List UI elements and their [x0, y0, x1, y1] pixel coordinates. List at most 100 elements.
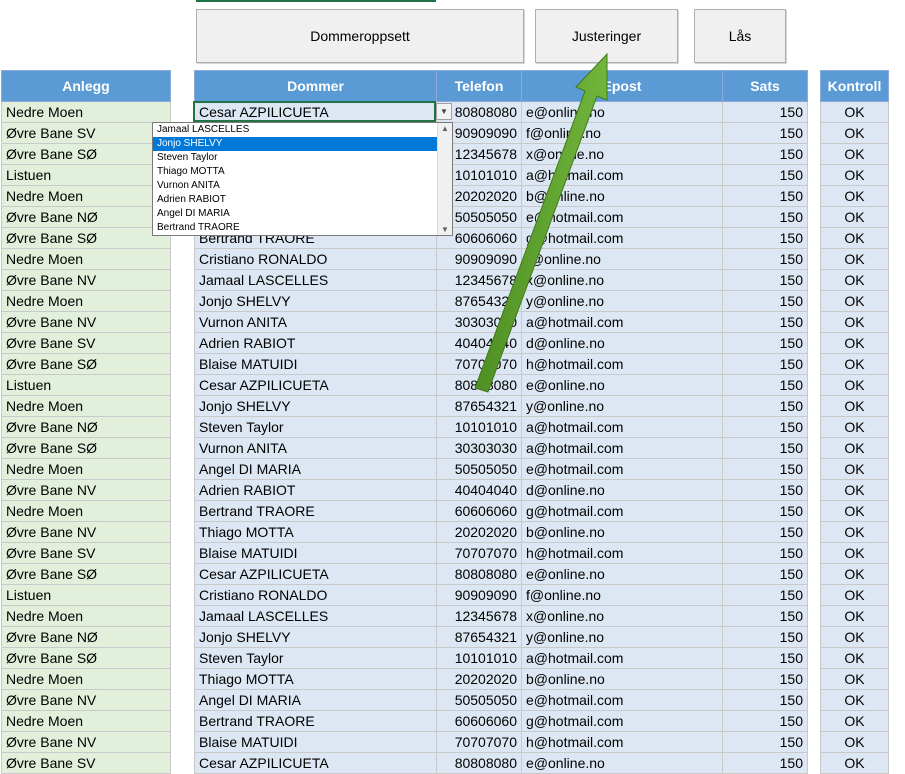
- epost-cell[interactable]: b@online.no: [521, 668, 723, 690]
- sats-cell[interactable]: 150: [722, 101, 808, 123]
- kontroll-cell[interactable]: OK: [820, 500, 889, 522]
- dommer-cell[interactable]: Steven Taylor: [194, 647, 437, 669]
- epost-cell[interactable]: d@online.no: [521, 332, 723, 354]
- telefon-cell[interactable]: 12345678: [436, 269, 522, 291]
- dommer-cell[interactable]: Cristiano RONALDO: [194, 248, 437, 270]
- epost-cell[interactable]: e@hotmail.com: [521, 458, 723, 480]
- epost-cell[interactable]: e@online.no: [521, 101, 723, 123]
- kontroll-cell[interactable]: OK: [820, 122, 889, 144]
- dommer-cell[interactable]: Adrien RABIOT: [194, 479, 437, 501]
- epost-cell[interactable]: f@online.no: [521, 248, 723, 270]
- sats-cell[interactable]: 150: [722, 248, 808, 270]
- kontroll-cell[interactable]: OK: [820, 605, 889, 627]
- epost-cell[interactable]: g@hotmail.com: [521, 227, 723, 249]
- sats-cell[interactable]: 150: [722, 332, 808, 354]
- anlegg-cell[interactable]: Nedre Moen: [1, 605, 171, 627]
- telefon-cell[interactable]: 87654321: [436, 290, 522, 312]
- epost-cell[interactable]: h@hotmail.com: [521, 353, 723, 375]
- kontroll-cell[interactable]: OK: [820, 290, 889, 312]
- kontroll-cell[interactable]: OK: [820, 227, 889, 249]
- sats-cell[interactable]: 150: [722, 521, 808, 543]
- anlegg-cell[interactable]: Nedre Moen: [1, 101, 171, 123]
- kontroll-cell[interactable]: OK: [820, 752, 889, 774]
- dropdown-scrollbar[interactable]: ▲ ▼: [437, 123, 452, 235]
- epost-cell[interactable]: h@hotmail.com: [521, 542, 723, 564]
- epost-cell[interactable]: h@hotmail.com: [521, 731, 723, 753]
- anlegg-cell[interactable]: Nedre Moen: [1, 290, 171, 312]
- sats-cell[interactable]: 150: [722, 437, 808, 459]
- anlegg-cell[interactable]: Listuen: [1, 584, 171, 606]
- anlegg-cell[interactable]: Øvre Bane NV: [1, 269, 171, 291]
- anlegg-cell[interactable]: Nedre Moen: [1, 248, 171, 270]
- kontroll-cell[interactable]: OK: [820, 101, 889, 123]
- dommer-cell[interactable]: Blaise MATUIDI: [194, 353, 437, 375]
- sats-cell[interactable]: 150: [722, 710, 808, 732]
- sats-cell[interactable]: 150: [722, 479, 808, 501]
- dommer-cell[interactable]: Angel DI MARIA: [194, 689, 437, 711]
- kontroll-cell[interactable]: OK: [820, 626, 889, 648]
- sats-cell[interactable]: 150: [722, 752, 808, 774]
- epost-cell[interactable]: a@hotmail.com: [521, 311, 723, 333]
- telefon-cell[interactable]: 30303030: [436, 437, 522, 459]
- anlegg-cell[interactable]: Nedre Moen: [1, 395, 171, 417]
- anlegg-cell[interactable]: Listuen: [1, 374, 171, 396]
- dommer-cell[interactable]: Bertrand TRAORE: [194, 500, 437, 522]
- sats-cell[interactable]: 150: [722, 626, 808, 648]
- sats-cell[interactable]: 150: [722, 143, 808, 165]
- kontroll-cell[interactable]: OK: [820, 584, 889, 606]
- sats-cell[interactable]: 150: [722, 647, 808, 669]
- dropdown-arrow-button[interactable]: ▼: [436, 103, 452, 120]
- anlegg-cell[interactable]: Nedre Moen: [1, 185, 171, 207]
- sats-cell[interactable]: 150: [722, 164, 808, 186]
- anlegg-cell[interactable]: Øvre Bane SV: [1, 542, 171, 564]
- kontroll-cell[interactable]: OK: [820, 185, 889, 207]
- anlegg-cell[interactable]: Listuen: [1, 164, 171, 186]
- dommer-cell[interactable]: Blaise MATUIDI: [194, 542, 437, 564]
- kontroll-cell[interactable]: OK: [820, 458, 889, 480]
- dommer-cell[interactable]: Blaise MATUIDI: [194, 731, 437, 753]
- dommer-cell[interactable]: Jamaal LASCELLES: [194, 269, 437, 291]
- epost-cell[interactable]: f@online.no: [521, 122, 723, 144]
- telefon-cell[interactable]: 70707070: [436, 731, 522, 753]
- telefon-cell[interactable]: 70707070: [436, 542, 522, 564]
- telefon-cell[interactable]: 80808080: [436, 563, 522, 585]
- telefon-cell[interactable]: 20202020: [436, 521, 522, 543]
- anlegg-cell[interactable]: Nedre Moen: [1, 710, 171, 732]
- telefon-cell[interactable]: 80808080: [436, 752, 522, 774]
- dommer-cell[interactable]: Cesar AZPILICUETA: [194, 101, 437, 123]
- sats-cell[interactable]: 150: [722, 563, 808, 585]
- sats-cell[interactable]: 150: [722, 206, 808, 228]
- anlegg-cell[interactable]: Øvre Bane SØ: [1, 353, 171, 375]
- dropdown-option[interactable]: Steven Taylor: [153, 151, 452, 165]
- telefon-cell[interactable]: 87654321: [436, 626, 522, 648]
- anlegg-cell[interactable]: Øvre Bane NV: [1, 731, 171, 753]
- sats-cell[interactable]: 150: [722, 395, 808, 417]
- kontroll-cell[interactable]: OK: [820, 311, 889, 333]
- sats-cell[interactable]: 150: [722, 227, 808, 249]
- kontroll-cell[interactable]: OK: [820, 437, 889, 459]
- epost-cell[interactable]: e@online.no: [521, 374, 723, 396]
- epost-cell[interactable]: y@online.no: [521, 395, 723, 417]
- sats-cell[interactable]: 150: [722, 689, 808, 711]
- sats-cell[interactable]: 150: [722, 185, 808, 207]
- kontroll-cell[interactable]: OK: [820, 269, 889, 291]
- dommer-cell[interactable]: Jonjo SHELVY: [194, 626, 437, 648]
- telefon-cell[interactable]: 50505050: [436, 689, 522, 711]
- telefon-cell[interactable]: 70707070: [436, 353, 522, 375]
- sats-cell[interactable]: 150: [722, 668, 808, 690]
- anlegg-cell[interactable]: Øvre Bane NV: [1, 479, 171, 501]
- kontroll-cell[interactable]: OK: [820, 479, 889, 501]
- epost-cell[interactable]: e@hotmail.com: [521, 689, 723, 711]
- dommer-cell[interactable]: Jamaal LASCELLES: [194, 605, 437, 627]
- dommer-cell[interactable]: Jonjo SHELVY: [194, 395, 437, 417]
- epost-cell[interactable]: g@hotmail.com: [521, 710, 723, 732]
- dommer-cell[interactable]: Cristiano RONALDO: [194, 584, 437, 606]
- epost-cell[interactable]: e@online.no: [521, 752, 723, 774]
- dommer-cell[interactable]: Jonjo SHELVY: [194, 290, 437, 312]
- kontroll-cell[interactable]: OK: [820, 164, 889, 186]
- anlegg-cell[interactable]: Nedre Moen: [1, 458, 171, 480]
- kontroll-cell[interactable]: OK: [820, 248, 889, 270]
- sats-cell[interactable]: 150: [722, 500, 808, 522]
- kontroll-cell[interactable]: OK: [820, 563, 889, 585]
- telefon-cell[interactable]: 90909090: [436, 584, 522, 606]
